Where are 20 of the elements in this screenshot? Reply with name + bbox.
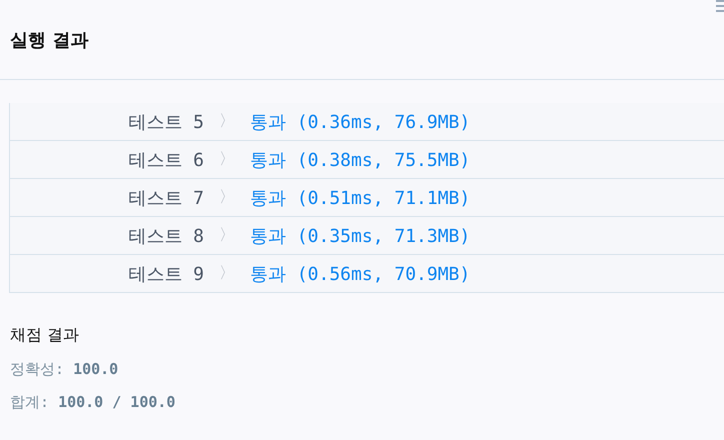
- score-line: 합계: 100.0 / 100.0: [10, 393, 176, 413]
- test-label: 테스트 7: [127, 186, 204, 210]
- score-line: 정확성: 100.0: [10, 360, 120, 380]
- test-result: 통과 (0.38ms, 75.5MB): [250, 148, 470, 172]
- test-result: 통과 (0.35ms, 71.3MB): [250, 224, 470, 248]
- test-result: 통과 (0.56ms, 70.9MB): [250, 262, 470, 286]
- test-label: 테스트 6: [127, 148, 204, 172]
- menu-icon[interactable]: [716, 0, 724, 12]
- test-label: 테스트 8: [127, 224, 204, 248]
- chevron-icon: 〉: [204, 187, 250, 208]
- chevron-icon: 〉: [204, 149, 250, 170]
- chevron-icon: 〉: [204, 111, 250, 132]
- test-result: 통과 (0.36ms, 76.9MB): [250, 110, 470, 134]
- test-label: 테스트 5: [127, 110, 204, 134]
- section-title: 실행 결과: [10, 28, 88, 52]
- test-result: 통과 (0.51ms, 71.1MB): [250, 186, 470, 210]
- chevron-icon: 〉: [204, 225, 250, 246]
- chevron-icon: 〉: [204, 263, 250, 284]
- grading-title: 채점 결과: [10, 325, 80, 346]
- test-label: 테스트 9: [127, 262, 204, 286]
